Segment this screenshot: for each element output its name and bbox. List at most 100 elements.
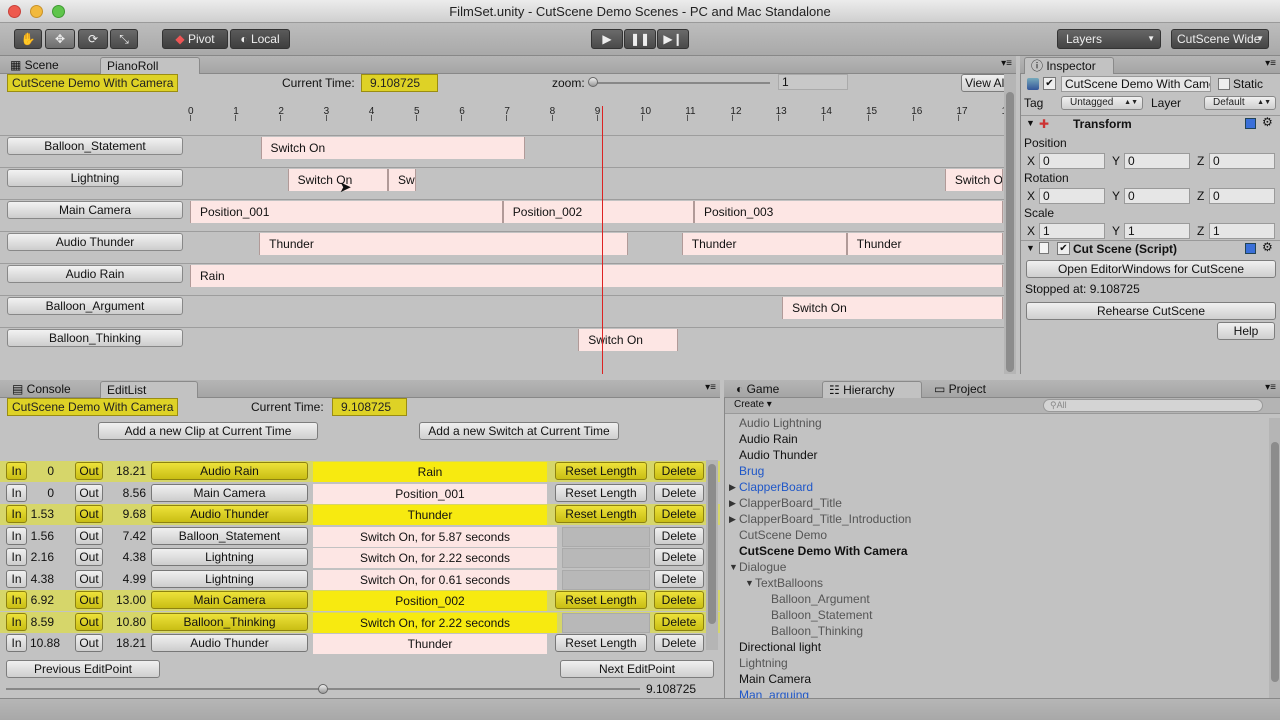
gear-icon[interactable]: ⚙	[1262, 115, 1273, 129]
step-button[interactable]: ▶❙	[657, 29, 689, 49]
clip-name-field[interactable]: Switch On, for 5.87 seconds	[313, 526, 557, 547]
hierarchy-item[interactable]: Balloon_Statement	[771, 607, 872, 623]
object-name-button[interactable]: Audio Thunder	[151, 505, 308, 523]
hierarchy-item[interactable]: TextBalloons	[755, 575, 823, 591]
reset-length-button[interactable]: Reset Length	[555, 591, 647, 609]
pause-button[interactable]: ❚❚	[624, 29, 656, 49]
tab-console[interactable]: ▤ Console	[6, 381, 77, 398]
scrollbar-thumb[interactable]	[1006, 92, 1014, 372]
object-name-button[interactable]: Audio Rain	[151, 462, 308, 480]
tab-pianoroll[interactable]: PianoRoll	[100, 57, 200, 74]
hierarchy-item[interactable]: Main Camera	[739, 671, 811, 687]
track-label[interactable]: Balloon_Argument	[7, 297, 183, 315]
out-button[interactable]: Out	[75, 526, 103, 545]
timeline-clip[interactable]: Position_001	[190, 201, 503, 223]
timeline-clip[interactable]: Switch On	[260, 137, 526, 159]
in-button[interactable]: In	[6, 634, 27, 652]
tag-dropdown[interactable]: Untagged ▲▼	[1061, 96, 1143, 110]
book-icon[interactable]	[1245, 243, 1256, 254]
panel-menu-icon[interactable]: ▾≡	[705, 382, 716, 393]
expanded-arrow-icon[interactable]: ▼	[729, 562, 738, 572]
out-button[interactable]: Out	[75, 462, 103, 480]
playhead-line[interactable]	[601, 106, 603, 374]
out-button[interactable]: Out	[75, 548, 103, 566]
hierarchy-item[interactable]: Audio Thunder	[739, 447, 818, 463]
panel-menu-icon[interactable]: ▾≡	[1001, 58, 1012, 69]
clip-name-field[interactable]: Switch On, for 0.61 seconds	[313, 569, 557, 590]
timeline-clip[interactable]: Switch On	[944, 169, 1003, 191]
zoom-value-field[interactable]: 1	[778, 74, 848, 90]
open-editor-button[interactable]: Open EditorWindows for CutScene	[1026, 260, 1276, 278]
tab-editlist[interactable]: EditList	[100, 381, 198, 398]
layer-dropdown[interactable]: Default ▲▼	[1204, 96, 1276, 110]
delete-button[interactable]: Delete	[654, 634, 704, 652]
track-label[interactable]: Audio Rain	[7, 265, 183, 283]
object-name-button[interactable]: Balloon_Statement	[151, 526, 308, 545]
reset-length-button[interactable]: Reset Length	[555, 483, 647, 502]
in-button[interactable]: In	[6, 462, 27, 480]
add-clip-button[interactable]: Add a new Clip at Current Time	[98, 422, 318, 440]
hierarchy-item[interactable]: Brug	[739, 463, 764, 479]
track-label[interactable]: Main Camera	[7, 201, 183, 219]
vertical-scrollbar[interactable]	[1004, 74, 1016, 374]
next-editpoint-button[interactable]: Next EditPoint	[560, 660, 714, 678]
out-button[interactable]: Out	[75, 591, 103, 609]
delete-button[interactable]: Delete	[654, 526, 704, 545]
move-tool-button[interactable]: ✥	[45, 29, 75, 49]
rehearse-button[interactable]: Rehearse CutScene	[1026, 302, 1276, 320]
hierarchy-item[interactable]: CutScene Demo With Camera	[739, 543, 908, 559]
hierarchy-item[interactable]: Directional light	[739, 639, 821, 655]
hierarchy-item[interactable]: Balloon_Argument	[771, 591, 870, 607]
timeline-clip[interactable]: Swi	[387, 169, 416, 191]
timeline-clip[interactable]: Position_002	[502, 201, 694, 223]
in-button[interactable]: In	[6, 612, 27, 631]
collapsed-arrow-icon[interactable]: ▶	[729, 498, 736, 509]
time-slider-thumb[interactable]	[318, 684, 328, 694]
add-switch-button[interactable]: Add a new Switch at Current Time	[419, 422, 619, 440]
out-button[interactable]: Out	[75, 634, 103, 652]
transform-scl-field[interactable]: 1	[1124, 223, 1190, 239]
pivot-toggle[interactable]: ◆ Pivot	[162, 29, 228, 49]
scrollbar-thumb[interactable]	[708, 464, 716, 624]
tab-inspector[interactable]: ⓘ Inspector	[1024, 57, 1114, 74]
tab-project[interactable]: ▭ Project	[928, 381, 992, 398]
editlist-scrollbar[interactable]	[706, 460, 718, 650]
track-label[interactable]: Lightning	[7, 169, 183, 187]
clip-name-field[interactable]: Thunder	[313, 505, 547, 525]
hand-tool-button[interactable]: ✋	[14, 29, 42, 49]
panel-menu-icon[interactable]: ▾≡	[1265, 58, 1276, 69]
create-dropdown[interactable]: Create ▾	[734, 399, 772, 410]
object-name-button[interactable]: Balloon_Thinking	[151, 612, 308, 631]
in-button[interactable]: In	[6, 569, 27, 588]
expanded-arrow-icon[interactable]: ▼	[745, 578, 754, 588]
tab-hierarchy[interactable]: ☷ Hierarchy	[822, 381, 922, 398]
in-button[interactable]: In	[6, 591, 27, 609]
rotate-tool-button[interactable]: ⟳	[78, 29, 108, 49]
timeline-clip[interactable]: Rain	[190, 265, 1003, 287]
clip-name-field[interactable]: Thunder	[313, 634, 547, 654]
scale-tool-button[interactable]: ⤡	[110, 29, 138, 49]
transform-scl-field[interactable]: 1	[1039, 223, 1105, 239]
out-button[interactable]: Out	[75, 569, 103, 588]
in-button[interactable]: In	[6, 548, 27, 566]
reset-length-button[interactable]: Reset Length	[555, 634, 647, 652]
hierarchy-item[interactable]: Audio Rain	[739, 431, 798, 447]
clip-name-field[interactable]: Switch On, for 2.22 seconds	[313, 612, 557, 633]
transform-rot-field[interactable]: 0	[1124, 188, 1190, 204]
clip-name-field[interactable]: Rain	[313, 462, 547, 482]
active-checkbox[interactable]: ✔	[1043, 77, 1056, 90]
delete-button[interactable]: Delete	[654, 462, 704, 480]
delete-button[interactable]: Delete	[654, 569, 704, 588]
object-name-button[interactable]: Lightning	[151, 569, 308, 588]
script-enabled-checkbox[interactable]: ✔	[1057, 242, 1070, 255]
panel-menu-icon[interactable]: ▾≡	[1265, 382, 1276, 393]
zoom-slider[interactable]	[592, 82, 770, 84]
scrollbar-thumb[interactable]	[1271, 442, 1279, 682]
transform-pos-field[interactable]: 0	[1039, 153, 1105, 169]
track-label[interactable]: Audio Thunder	[7, 233, 183, 251]
transform-pos-field[interactable]: 0	[1124, 153, 1190, 169]
timeline-clip[interactable]: Switch On	[578, 329, 679, 351]
reset-length-button[interactable]: Reset Length	[555, 505, 647, 523]
hierarchy-item[interactable]: ClapperBoard_Title	[739, 495, 842, 511]
timeline-clip[interactable]: Switch On	[287, 169, 388, 191]
